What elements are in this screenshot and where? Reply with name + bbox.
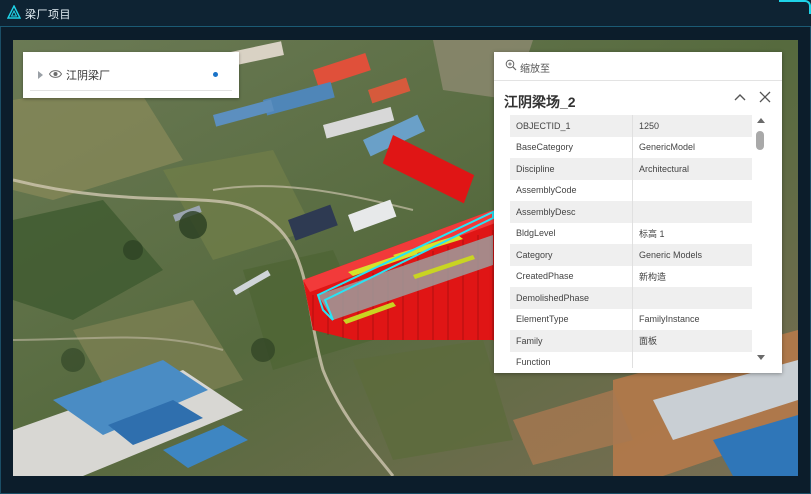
attribute-key: AssemblyDesc (510, 201, 633, 223)
table-row: OBJECTID_1 1250 (510, 115, 752, 137)
eye-icon[interactable] (49, 69, 62, 79)
attribute-scrollbar[interactable] (756, 118, 766, 366)
table-row: Family 面板 (510, 330, 752, 352)
attribute-key: Discipline (510, 158, 633, 180)
table-row: AssemblyDesc (510, 201, 752, 223)
table-row: CreatedPhase 新构造 (510, 265, 752, 287)
attribute-value: 新构造 (632, 265, 752, 287)
layer-list-panel: 江阴梁厂 (23, 52, 239, 98)
table-row: DemolishedPhase (510, 287, 752, 309)
popup-title: 江阴梁场_2 (504, 94, 576, 110)
triangle-logo-icon (7, 5, 21, 19)
attribute-key: BldgLevel (510, 222, 633, 244)
attribute-key: BaseCategory (510, 136, 633, 158)
attribute-value (632, 287, 752, 309)
layer-name: 江阴梁厂 (66, 70, 110, 82)
attribute-key: Category (510, 244, 633, 266)
layer-status-dot (213, 72, 218, 77)
expand-caret-icon[interactable] (38, 71, 43, 79)
attribute-value: 1250 (632, 115, 752, 137)
chevron-up-icon[interactable] (733, 90, 747, 104)
attribute-key: Family (510, 330, 633, 352)
table-row: Discipline Architectural (510, 158, 752, 180)
scroll-up-icon[interactable] (757, 118, 765, 123)
attribute-value: 面板 (632, 330, 752, 352)
attribute-key: AssemblyCode (510, 179, 633, 201)
attribute-value (632, 351, 752, 368)
attribute-value: FamilyInstance (632, 308, 752, 330)
table-row: Function (510, 351, 752, 368)
table-row: Category Generic Models (510, 244, 752, 266)
zoom-to-label: 缩放至 (520, 64, 550, 75)
attribute-value (632, 201, 752, 223)
table-row: ElementType FamilyInstance (510, 308, 752, 330)
attribute-key: Function (510, 351, 633, 368)
corner-decoration (779, 0, 811, 14)
attribute-value: 标高 1 (632, 222, 752, 244)
table-row: BaseCategory GenericModel (510, 136, 752, 158)
attribute-key: DemolishedPhase (510, 287, 633, 309)
scroll-down-icon[interactable] (757, 355, 765, 360)
scroll-thumb[interactable] (756, 131, 764, 150)
zoom-to-button[interactable]: 缩放至 (494, 52, 782, 81)
attribute-value (632, 179, 752, 201)
attribute-value: GenericModel (632, 136, 752, 158)
close-icon[interactable] (758, 90, 772, 104)
zoom-in-icon (505, 59, 517, 71)
attribute-value: Architectural (632, 158, 752, 180)
attribute-value: Generic Models (632, 244, 752, 266)
title-bar: 梁厂项目 (0, 0, 811, 27)
layer-item[interactable]: 江阴梁厂 (30, 60, 232, 91)
attribute-key: OBJECTID_1 (510, 115, 633, 137)
app-title: 梁厂项目 (25, 9, 71, 21)
attribute-key: CreatedPhase (510, 265, 633, 287)
table-row: AssemblyCode (510, 179, 752, 201)
feature-popup: 缩放至 江阴梁场_2 OBJECTID_1 1250 BaseCategory Ge… (494, 52, 782, 373)
attribute-table[interactable]: OBJECTID_1 1250 BaseCategory GenericModel … (510, 115, 752, 368)
table-row: BldgLevel 标高 1 (510, 222, 752, 244)
attribute-key: ElementType (510, 308, 633, 330)
